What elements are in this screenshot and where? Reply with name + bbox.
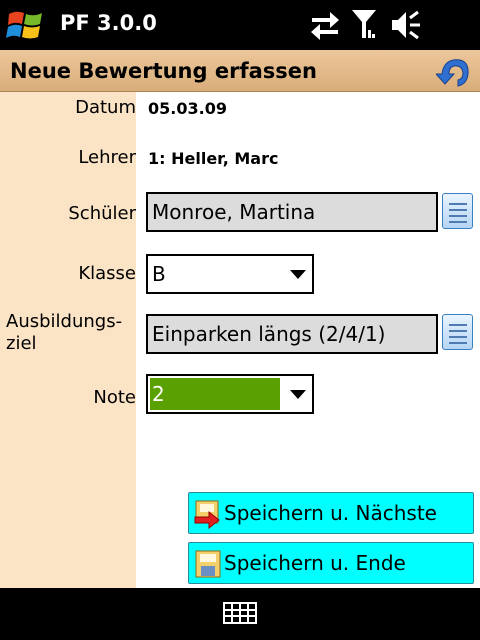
bottom-bar — [0, 588, 480, 640]
status-bar: PF 3.0.0 — [0, 0, 480, 50]
schueler-list-button[interactable] — [442, 193, 473, 229]
save-end-label: Speichern u. Ende — [224, 551, 406, 575]
klasse-label: Klasse — [78, 263, 136, 284]
schueler-label: Schüler — [68, 203, 136, 224]
klasse-select[interactable]: B — [146, 254, 314, 294]
form-area: Datum 05.03.09 Lehrer 1: Heller, Marc Sc… — [0, 92, 480, 588]
back-arrow-icon[interactable] — [436, 52, 472, 90]
schueler-field[interactable]: Monroe, Martina — [146, 192, 438, 232]
save-icon — [195, 550, 221, 578]
note-value: 2 — [152, 382, 165, 406]
ausbildungsziel-label: Ausbildungs- ziel — [6, 311, 122, 355]
ausbildungsziel-label-line2: ziel — [6, 333, 37, 354]
ausbildungsziel-label-line1: Ausbildungs- — [6, 311, 123, 332]
lehrer-label: Lehrer — [78, 147, 136, 168]
sync-icon[interactable] — [308, 8, 342, 42]
ausbildungsziel-field[interactable]: Einparken längs (2/4/1) — [146, 314, 438, 354]
chevron-down-icon — [290, 390, 306, 399]
klasse-value: B — [152, 262, 166, 286]
datum-value: 05.03.09 — [148, 99, 227, 118]
speaker-icon[interactable] — [390, 8, 422, 42]
save-next-label: Speichern u. Nächste — [224, 501, 437, 525]
note-select[interactable]: 2 — [146, 374, 314, 414]
note-selected-highlight: 2 — [150, 378, 280, 410]
save-next-button[interactable]: Speichern u. Nächste — [188, 492, 474, 534]
datum-label: Datum — [75, 97, 136, 118]
ausbildungsziel-list-button[interactable] — [442, 314, 473, 350]
page-title: Neue Bewertung erfassen — [10, 59, 317, 83]
lehrer-value: 1: Heller, Marc — [148, 149, 279, 168]
windows-start-icon[interactable] — [6, 6, 46, 44]
app-title: PF 3.0.0 — [60, 11, 157, 35]
keyboard-icon[interactable] — [223, 602, 257, 624]
signal-icon[interactable] — [350, 8, 378, 42]
chevron-down-icon — [290, 270, 306, 279]
save-next-icon — [194, 500, 220, 529]
save-end-button[interactable]: Speichern u. Ende — [188, 542, 474, 584]
note-label: Note — [93, 387, 136, 408]
title-bar: Neue Bewertung erfassen — [0, 50, 480, 92]
